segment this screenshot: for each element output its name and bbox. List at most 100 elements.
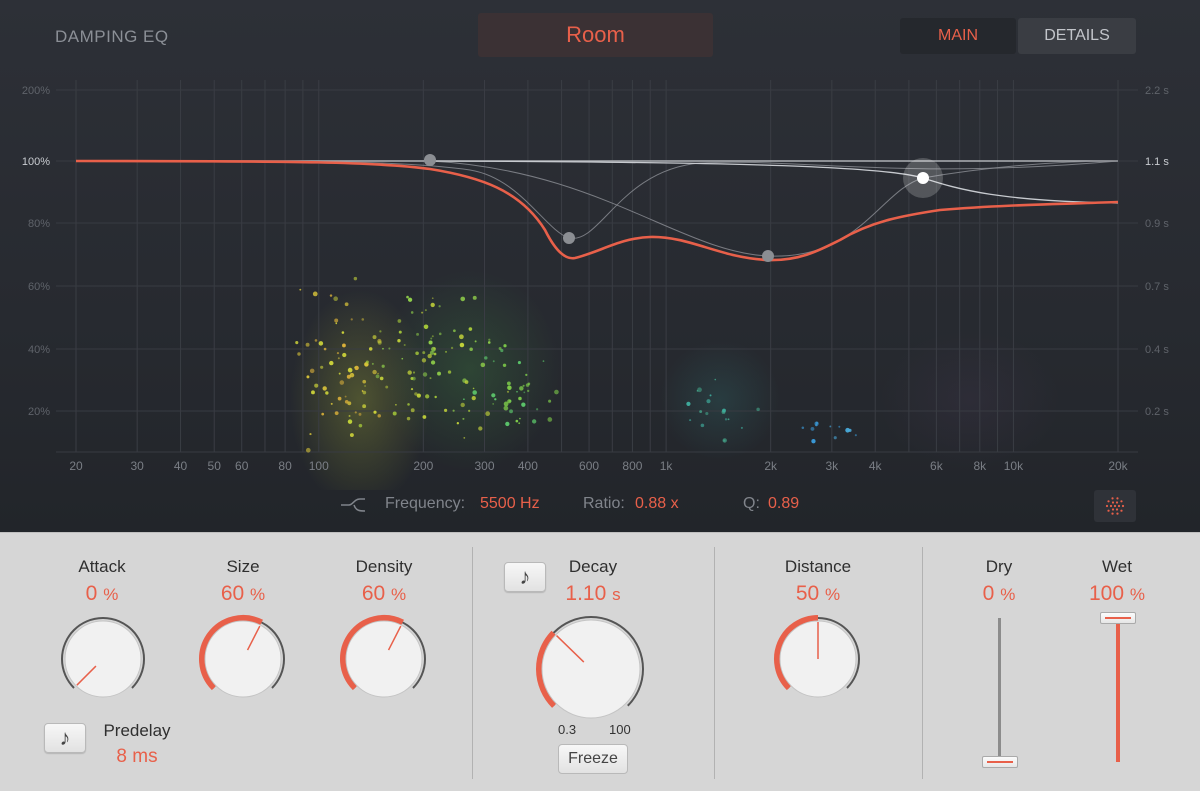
size-value[interactable]: 60 % [183, 582, 303, 606]
particle-dots-icon [1105, 497, 1125, 515]
particle [438, 305, 441, 308]
particle [463, 436, 466, 439]
particle [502, 363, 507, 367]
particle [397, 319, 402, 323]
particle [444, 408, 448, 412]
particle [829, 425, 832, 428]
distance-value[interactable]: 50 % [758, 582, 878, 606]
particle [401, 357, 404, 360]
particle [348, 415, 351, 417]
particle [460, 296, 466, 302]
music-note-icon: ♪ [59, 725, 71, 750]
knob-body [64, 620, 142, 698]
dry-slider-thumb[interactable] [982, 756, 1018, 768]
particle [437, 371, 441, 376]
x-tick: 40 [174, 459, 188, 473]
size-label: Size [226, 557, 260, 576]
particle [427, 353, 432, 359]
divider [714, 547, 715, 779]
particle [416, 332, 420, 336]
dry-value[interactable]: 0 % [939, 582, 1059, 606]
particle [422, 372, 428, 377]
particle [463, 398, 465, 401]
particle [518, 422, 521, 425]
particle [397, 338, 401, 343]
freeze-button[interactable]: Freeze [558, 744, 628, 774]
particle [709, 394, 712, 397]
y-tick-right: 1.1 s [1145, 156, 1169, 168]
attack-knob[interactable] [58, 614, 148, 704]
particle [492, 403, 494, 405]
particle [318, 341, 324, 346]
distance-knob[interactable] [773, 614, 863, 704]
predelay-value[interactable]: 8 ms [77, 746, 197, 768]
particle [407, 297, 413, 302]
particle [531, 419, 537, 424]
knob-body [541, 619, 641, 719]
particle [333, 296, 338, 302]
x-tick: 2k [764, 459, 778, 473]
density-value[interactable]: 60 % [324, 582, 444, 606]
decay-value[interactable]: 1.10 s [533, 582, 653, 606]
particle [506, 390, 510, 393]
particle [329, 294, 333, 297]
tab-main[interactable]: MAIN [900, 18, 1016, 54]
particle [468, 409, 471, 412]
particle [506, 381, 511, 386]
dry-slider-track[interactable] [998, 618, 1001, 762]
particle [407, 370, 412, 375]
size-knob[interactable] [198, 614, 288, 704]
particle [377, 340, 382, 345]
particle [469, 347, 473, 351]
particle [407, 403, 410, 406]
tab-details[interactable]: DETAILS [1018, 18, 1136, 54]
particle [517, 361, 521, 365]
wet-value[interactable]: 100 % [1057, 582, 1177, 606]
y-tick-left: 200% [22, 85, 50, 97]
particle [516, 390, 518, 393]
particle [515, 419, 519, 423]
x-tick: 600 [579, 459, 599, 473]
particle [462, 417, 465, 420]
particle [338, 372, 341, 375]
particle [522, 384, 525, 387]
particle [430, 360, 436, 365]
particle [445, 350, 447, 353]
particle [334, 411, 339, 416]
preset-name-button[interactable]: Room [478, 13, 713, 57]
x-tick: 3k [825, 459, 839, 473]
particle [395, 403, 397, 406]
particle [474, 340, 477, 343]
q-value[interactable]: 0.89 [768, 495, 799, 513]
particle [385, 385, 389, 389]
particle-glow [290, 270, 1060, 490]
particle [422, 351, 426, 355]
distance-label: Distance [784, 557, 852, 576]
density-label: Density [355, 557, 413, 576]
frequency-value[interactable]: 5500 Hz [480, 495, 540, 513]
wet-slider-thumb[interactable] [1100, 612, 1136, 624]
particle [342, 352, 347, 358]
particle [433, 347, 436, 350]
particle [425, 394, 430, 399]
particle [322, 386, 327, 391]
attack-value[interactable]: 0 % [42, 582, 162, 606]
eq-graph[interactable]: 200% 100% 80% 60% 40% 20% 2.2 s 1.1 s 0.9 s 0.7 … [0, 70, 1200, 490]
particle [309, 368, 315, 374]
particle-toggle-button[interactable] [1094, 490, 1136, 522]
particle [471, 395, 476, 401]
decay-knob[interactable] [535, 613, 647, 725]
particle [297, 352, 301, 356]
eq-curves [75, 159, 1119, 262]
particle [410, 408, 415, 413]
particle [379, 330, 382, 333]
particle [527, 389, 530, 393]
particle [548, 399, 552, 403]
x-tick: 800 [622, 459, 642, 473]
particle [415, 351, 419, 356]
particle [362, 404, 367, 409]
density-knob[interactable] [339, 614, 429, 704]
particle [392, 411, 397, 416]
ratio-value[interactable]: 0.88 x [635, 495, 679, 513]
particle [311, 390, 315, 395]
